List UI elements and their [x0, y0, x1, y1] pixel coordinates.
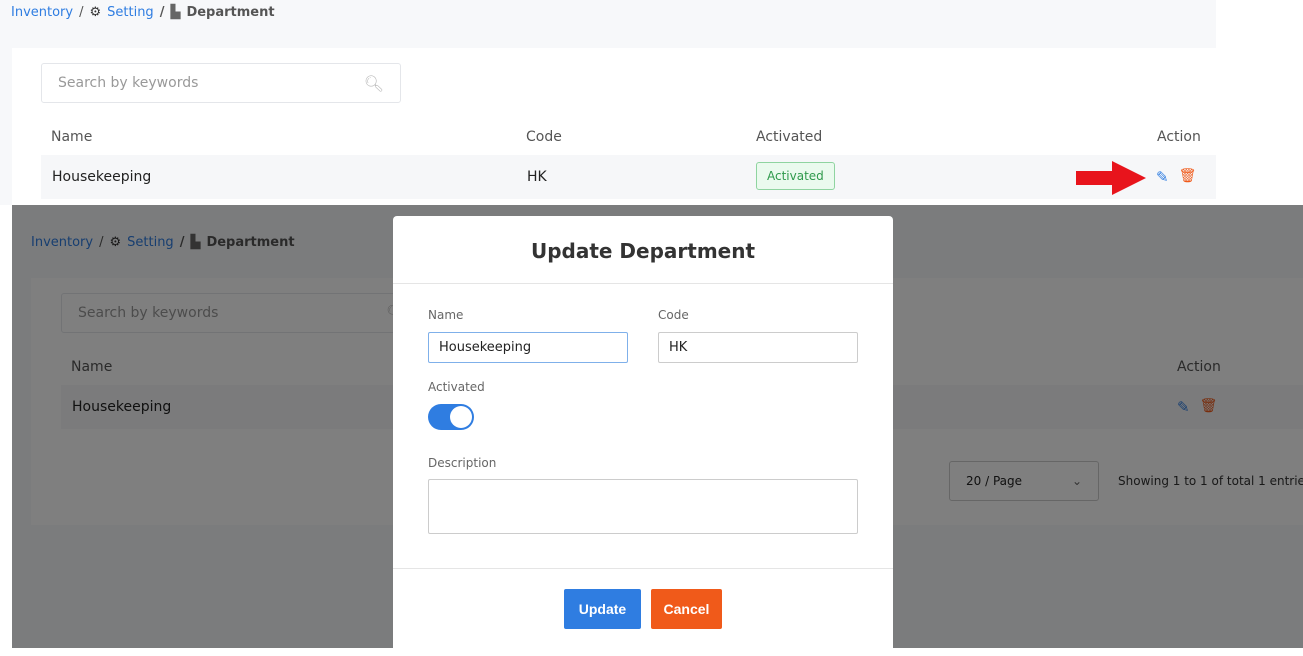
update-button[interactable]: Update	[564, 589, 641, 629]
trash-icon[interactable]: 🗑︎	[1179, 168, 1197, 186]
breadcrumb: Inventory / ⚙ Setting / ▙ Department	[11, 5, 275, 20]
breadcrumb-department: Department	[186, 5, 275, 20]
edit-icon[interactable]: ✎	[1156, 168, 1169, 186]
search-icon: 🔍︎	[363, 73, 384, 93]
department-card: Search by keywords 🔍︎ Name Code Activate…	[12, 48, 1216, 205]
page-top: Inventory / ⚙ Setting / ▙ Department Sea…	[0, 0, 1216, 205]
status-badge: Activated	[756, 162, 835, 190]
code-input[interactable]: HK	[658, 332, 858, 363]
gear-icon: ⚙	[89, 5, 102, 20]
modal-divider	[393, 568, 893, 569]
cancel-button[interactable]: Cancel	[651, 589, 722, 629]
table-row: Housekeeping HK Activated ✎ 🗑︎	[41, 155, 1216, 199]
name-input[interactable]: Housekeeping	[428, 332, 628, 363]
update-department-modal: Update Department Name Housekeeping Code…	[393, 216, 893, 656]
activated-toggle[interactable]	[428, 404, 474, 430]
breadcrumb-setting[interactable]: Setting	[107, 5, 154, 20]
building-icon: ▙	[170, 5, 181, 20]
search-input[interactable]: Search by keywords 🔍︎	[41, 63, 401, 103]
modal-title: Update Department	[393, 216, 893, 284]
annotation-arrow-icon	[1076, 161, 1146, 195]
breadcrumb-inventory[interactable]: Inventory	[11, 5, 73, 20]
description-textarea[interactable]	[428, 479, 858, 534]
